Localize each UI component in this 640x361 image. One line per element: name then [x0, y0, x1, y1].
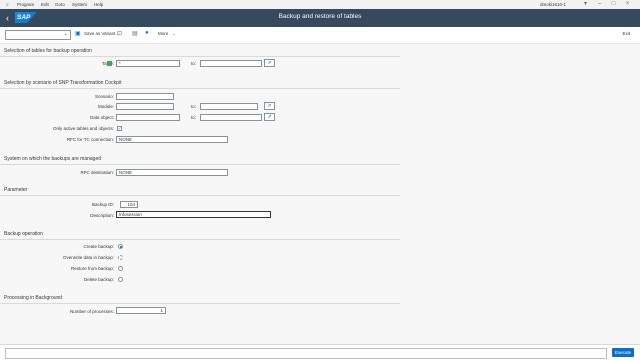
rfc-tc-label: RFC for TC connection:: [66, 137, 114, 142]
description-input[interactable]: Infosession: [116, 211, 271, 218]
variant-list-icon[interactable]: ▤: [132, 30, 138, 37]
minimize-icon[interactable]: –: [596, 1, 603, 8]
save-as-variant-button[interactable]: Save as Variant...: [84, 31, 119, 36]
backup-id-label: Backup ID:: [91, 202, 114, 207]
divider: [0, 195, 400, 196]
execute-button[interactable]: Execute: [612, 348, 634, 357]
shell-bar: ‹ SAP Backup and restore of tables: [0, 9, 640, 27]
variant-icon[interactable]: ⊡: [117, 30, 122, 37]
processes-label: Number of processes:: [69, 309, 114, 314]
scenario-input[interactable]: [116, 93, 174, 100]
menu-program[interactable]: Program: [17, 2, 34, 7]
variant-dropdown[interactable]: ⌄: [5, 30, 71, 40]
menu-icon[interactable]: ≡: [6, 2, 9, 7]
delete-backup-radio[interactable]: [118, 277, 123, 282]
rfc-tc-input[interactable]: NONE: [116, 136, 228, 143]
section-parameter-title: Parameter: [4, 187, 28, 193]
data-object-to-label: to:: [190, 115, 196, 120]
more-button[interactable]: More: [158, 31, 168, 36]
system-id: dmoki1610-1: [540, 2, 567, 7]
module-to-label: to:: [190, 104, 196, 109]
scenario-label: Scenario:: [94, 94, 114, 99]
rfc-dest-input[interactable]: NONE: [116, 169, 228, 176]
save-icon[interactable]: ▣: [75, 30, 81, 37]
create-backup-label: Create backup:: [83, 244, 114, 249]
divider: [0, 239, 400, 240]
create-backup-radio[interactable]: [118, 244, 123, 249]
section-tables-title: Selection of tables for backup operation: [4, 48, 92, 54]
module-to-input[interactable]: [200, 103, 258, 110]
menu-edit[interactable]: Edit: [41, 2, 49, 7]
section-backup-op-title: Backup operation: [4, 231, 43, 237]
maximize-icon[interactable]: □: [610, 1, 617, 8]
overwrite-backup-label: Overwrite data in backup:: [62, 255, 114, 260]
multiple-selection-icon[interactable]: ⇗: [264, 102, 275, 110]
chevron-down-icon: ⌄: [63, 31, 68, 37]
data-object-to-input[interactable]: [200, 114, 262, 121]
divider: [0, 88, 400, 89]
menu-goto[interactable]: Goto: [55, 2, 65, 7]
restore-backup-radio[interactable]: [118, 266, 123, 271]
restore-backup-label: Restore from backup:: [70, 266, 114, 271]
divider: [0, 164, 400, 165]
only-active-label: Only active tables and objects:: [52, 126, 114, 131]
overwrite-backup-radio[interactable]: [118, 255, 123, 260]
multiple-selection-icon[interactable]: ⇗: [264, 113, 275, 121]
backup-id-input[interactable]: 104: [120, 201, 138, 208]
table-to-input[interactable]: [200, 60, 262, 67]
section-system-title: System on which the backups are managed: [4, 156, 101, 162]
menu-system[interactable]: System: [72, 2, 87, 7]
exit-button[interactable]: Exit: [622, 31, 630, 36]
delete-backup-label: Delete backup:: [83, 277, 114, 282]
table-to-label: to:: [190, 61, 196, 66]
status-bar: [5, 348, 607, 359]
more-chevron-icon: ⌄: [172, 31, 176, 36]
info-icon[interactable]: ●: [145, 30, 149, 36]
settings-icon[interactable]: ▾: [582, 1, 589, 8]
divider: [0, 303, 400, 304]
page-title: Backup and restore of tables: [278, 13, 362, 20]
section-processing-title: Processing in Background: [4, 295, 63, 301]
description-label: Description:: [90, 213, 114, 218]
processes-input[interactable]: 1: [116, 307, 166, 314]
rfc-dest-label: RFC destination:: [80, 170, 114, 175]
only-active-checkbox[interactable]: ✓: [117, 126, 122, 131]
divider: [0, 56, 400, 57]
section-scenario-title: Selection by scenario of SNP Transformat…: [4, 80, 122, 86]
close-icon[interactable]: ×: [624, 1, 631, 8]
multiple-selection-icon[interactable]: ⇗: [264, 59, 275, 67]
menu-help[interactable]: Help: [94, 2, 103, 7]
toolbar: ⌄ ▣ Save as Variant... ⊡ ▤ ● More ⌄ Exit: [0, 27, 640, 44]
footer: Execute: [0, 344, 640, 361]
